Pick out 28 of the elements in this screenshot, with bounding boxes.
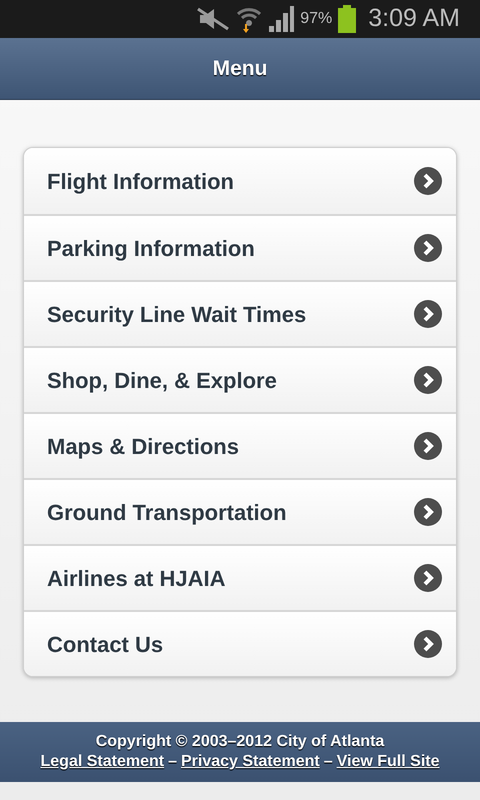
chevron-right-icon [414,432,442,460]
chevron-right-icon [414,234,442,262]
clock: 3:09 AM [368,3,460,34]
chevron-right-icon [414,498,442,526]
menu-item[interactable]: Maps & Directions [24,412,456,478]
battery-percent: 97% [300,9,332,29]
menu-item[interactable]: Shop, Dine, & Explore [24,346,456,412]
menu-item[interactable]: Contact Us [24,610,456,676]
menu-item[interactable]: Security Line Wait Times [24,280,456,346]
signal-icon [268,6,294,32]
menu-item[interactable]: Ground Transportation [24,478,456,544]
footer-link[interactable]: Legal Statement [40,752,164,772]
page-title: Menu [212,56,268,82]
chevron-right-icon [414,564,442,592]
separator: – [324,752,333,772]
chevron-right-icon [414,300,442,328]
chevron-right-icon [414,366,442,394]
mute-icon [196,7,230,31]
menu-item[interactable]: Parking Information [24,214,456,280]
footer-link[interactable]: Privacy Statement [181,752,320,772]
menu-item[interactable]: Airlines at HJAIA [24,544,456,610]
battery-icon [338,5,356,33]
separator: – [168,752,177,772]
copyright-text: Copyright © 2003–2012 City of Atlanta [96,732,384,752]
menu-item[interactable]: Flight Information [24,148,456,214]
footer-link[interactable]: View Full Site [336,752,440,772]
chevron-right-icon [414,167,442,195]
chevron-right-icon [414,630,442,658]
